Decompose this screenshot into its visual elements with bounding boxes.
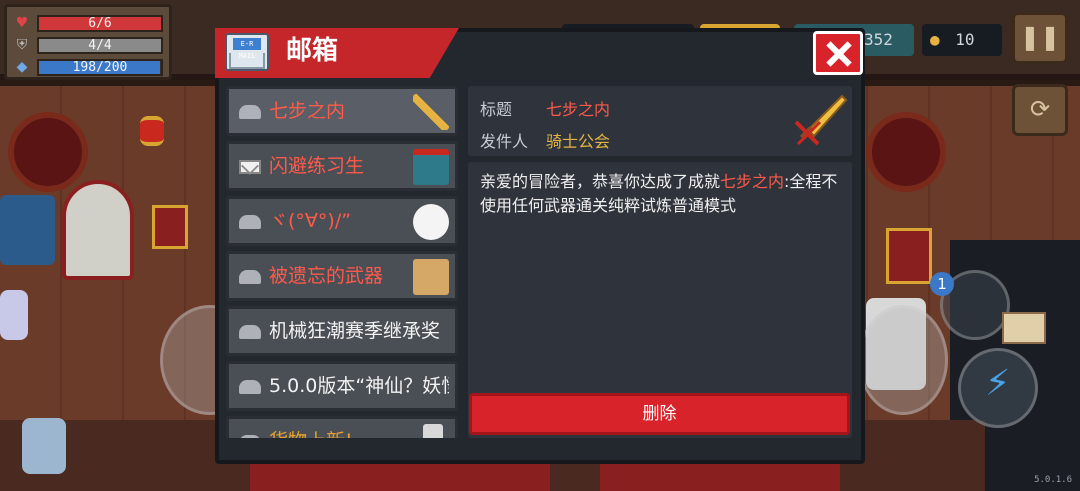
sword-icon	[792, 92, 848, 148]
player-stats-panel: ♥ 6/6 ⛨ 4/4 ◆ 198/200	[4, 4, 172, 80]
wall-medallion	[8, 112, 88, 192]
sender-value: 骑士公会	[546, 132, 611, 151]
pause-button[interactable]: ❚❚	[1012, 12, 1068, 64]
mail-item-1[interactable]: 七步之内	[226, 86, 458, 136]
envelope-flap	[229, 53, 265, 69]
mail-item-3[interactable]: ヾ(°∀°)/”	[226, 196, 458, 246]
envelope-closed-icon	[239, 435, 261, 438]
refresh-button[interactable]: ⟳	[1012, 84, 1068, 136]
energy-bar: 198/200	[37, 58, 163, 76]
lantern-icon	[140, 116, 164, 146]
skill-button[interactable]: ⚡	[958, 348, 1038, 428]
envelope-closed-icon	[239, 325, 261, 339]
title-value: 七步之内	[546, 100, 611, 119]
mail-item-2[interactable]: 闪避练习生	[226, 141, 458, 191]
gacha-machine	[62, 180, 134, 280]
energy-text: 198/200	[72, 59, 128, 75]
body-achievement: 七步之内	[720, 172, 785, 191]
mail-item-7[interactable]: 货物上新!	[226, 416, 458, 438]
coin-count: 10	[955, 30, 975, 49]
scroll-icon	[1002, 312, 1046, 344]
sender-label: 发件人	[480, 132, 529, 151]
cat-character	[0, 290, 28, 340]
red-shrine	[886, 228, 932, 284]
pause-icon: ❚❚	[1019, 23, 1061, 51]
hp-text: 6/6	[88, 15, 112, 31]
wall-medallion	[866, 112, 946, 192]
envelope-open-icon	[239, 160, 261, 174]
mail-item-4[interactable]: 被遗忘的武器	[226, 251, 458, 301]
character-icon	[413, 149, 449, 185]
emoji-icon	[413, 204, 449, 240]
hands-icon	[413, 259, 449, 295]
version-label: 5.0.1.6	[1034, 475, 1072, 485]
body-text: 亲爱的冒险者，恭喜你达成了成就	[480, 172, 721, 191]
coin-icon: ●	[930, 30, 940, 49]
heart-icon: ♥	[15, 15, 29, 31]
weapon-count-badge: 1	[930, 272, 954, 296]
gem-count: 352	[864, 30, 893, 49]
envelope-closed-icon	[239, 215, 261, 229]
coin-counter: ● 10	[922, 24, 1002, 56]
wolf-character	[22, 418, 66, 474]
envelope-closed-icon	[239, 380, 261, 394]
armor-bar: 4/4	[37, 36, 163, 54]
attack-button[interactable]	[858, 305, 948, 415]
lightning-icon: ⚡	[985, 363, 1011, 404]
energy-crystal-icon: ◆	[16, 59, 28, 75]
hp-bar: 6/6	[37, 14, 163, 32]
dialog-title: 邮箱	[286, 36, 339, 66]
refresh-icon: ⟳	[1029, 95, 1051, 123]
mail-item-5[interactable]: 机械狂潮赛季继承奖	[226, 306, 458, 356]
title-label: 标题	[480, 100, 513, 119]
armor-text: 4/4	[88, 37, 112, 53]
envelope-closed-icon	[239, 270, 261, 284]
mail-icon-tag: E-R MAIL	[233, 38, 261, 60]
mail-list[interactable]: 七步之内 闪避练习生 ヾ(°∀°)/” 被遗忘的武器 机械狂潮赛季继承奖 5.0…	[226, 86, 458, 438]
close-button[interactable]	[813, 31, 863, 75]
red-shrine	[152, 205, 188, 249]
mail-subject: 5.0.0版本“神仙？妖怪	[269, 375, 449, 397]
robot-character	[0, 195, 55, 265]
mail-item-6[interactable]: 5.0.0版本“神仙？妖怪	[226, 361, 458, 411]
cat-icon	[423, 424, 443, 438]
mailbox-icon: E-R MAIL	[225, 33, 269, 71]
envelope-closed-icon	[239, 105, 261, 119]
mail-subject: 货物上新!	[269, 419, 449, 438]
shield-icon: ⛨	[16, 37, 28, 53]
sword-icon	[413, 94, 449, 130]
mail-subject: 机械狂潮赛季继承奖	[269, 320, 441, 342]
delete-button[interactable]: 删除	[469, 393, 850, 435]
